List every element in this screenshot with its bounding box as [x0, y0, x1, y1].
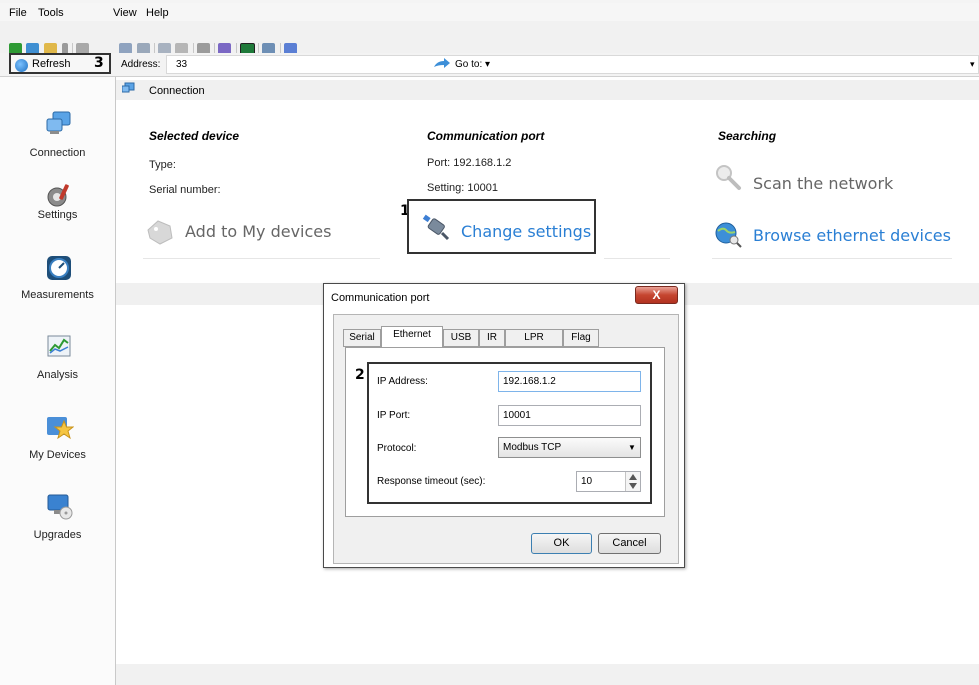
ip-port-label: IP Port:: [377, 410, 411, 421]
scan-network-link[interactable]: Scan the network: [753, 174, 893, 193]
add-to-my-devices-link[interactable]: Add to My devices: [185, 222, 331, 241]
sidebar: Connection Settings Measurements Analysi…: [0, 77, 116, 685]
address-label: Address:: [121, 59, 161, 70]
annotation-3: 3: [94, 55, 104, 71]
port-text: Port: 192.168.1.2: [427, 157, 512, 169]
toolbar: [0, 21, 979, 58]
annotation-2: 2: [355, 367, 365, 383]
protocol-select[interactable]: Modbus TCP: [498, 437, 641, 458]
sidebar-item-label: Upgrades: [33, 529, 82, 541]
sidebar-item-label: Measurements: [21, 289, 94, 301]
sidebar-item-upgrades[interactable]: Upgrades: [0, 489, 115, 559]
sidebar-item-analysis[interactable]: Analysis: [0, 329, 115, 399]
protocol-value: Modbus TCP: [503, 442, 562, 453]
breadcrumb: [116, 80, 979, 100]
tab-usb[interactable]: USB: [443, 329, 479, 347]
sidebar-item-label: Settings: [37, 209, 78, 221]
spin-up-icon[interactable]: [629, 474, 637, 480]
connection-crumb-icon: [122, 82, 135, 93]
tab-ethernet[interactable]: Ethernet: [381, 326, 443, 348]
sidebar-item-measurements[interactable]: Measurements: [0, 249, 115, 319]
globe-search-icon: [715, 222, 742, 248]
response-timeout-label: Response timeout (sec):: [377, 476, 486, 487]
spin-buttons[interactable]: [625, 472, 640, 491]
communication-port-heading: Communication port: [427, 129, 545, 143]
magnifier-icon: [716, 165, 741, 190]
ip-address-input[interactable]: 192.168.1.2: [498, 371, 641, 392]
sidebar-item-settings[interactable]: Settings: [0, 173, 115, 243]
dialog-close-button[interactable]: X: [635, 286, 678, 304]
sidebar-item-connection[interactable]: Connection: [0, 97, 115, 167]
sidebar-item-label: Connection: [29, 147, 86, 159]
menu-view[interactable]: View: [113, 7, 137, 19]
selected-device-heading: Selected device: [149, 129, 240, 143]
cancel-button[interactable]: Cancel: [598, 533, 661, 554]
browse-ethernet-devices-link[interactable]: Browse ethernet devices: [753, 226, 951, 245]
ok-button[interactable]: OK: [531, 533, 592, 554]
tab-serial[interactable]: Serial: [343, 329, 381, 347]
breadcrumb-label: Connection: [149, 85, 205, 97]
divider: [712, 258, 952, 259]
sidebar-item-label: Analysis: [37, 369, 78, 381]
serial-number-label: Serial number:: [149, 184, 221, 196]
divider: [604, 258, 670, 259]
goto-dropdown[interactable]: Go to: ▾: [455, 59, 490, 70]
menu-help[interactable]: Help: [146, 7, 169, 19]
spin-down-icon[interactable]: [629, 483, 637, 489]
address-input[interactable]: [166, 55, 979, 74]
address-dropdown-arrow-icon[interactable]: ▾: [970, 59, 975, 70]
go-arrow-icon[interactable]: [433, 58, 451, 69]
protocol-label: Protocol:: [377, 443, 417, 454]
searching-heading: Searching: [718, 129, 777, 143]
change-settings-link[interactable]: Change settings: [461, 222, 591, 241]
gauge-icon: [47, 256, 71, 280]
address-value: 33: [176, 59, 188, 70]
tab-lpr[interactable]: LPR: [505, 329, 563, 347]
tab-ir[interactable]: IR: [479, 329, 505, 347]
computer-network-icon: [46, 111, 71, 134]
type-label: Type:: [149, 159, 176, 171]
monitor-disc-icon: [47, 494, 73, 520]
divider: [143, 258, 380, 259]
setting-text: Setting: 10001: [427, 182, 498, 194]
gears-wrench-icon: [47, 184, 69, 207]
ip-port-input[interactable]: 10001: [498, 405, 641, 426]
add-device-icon: [147, 220, 173, 245]
menu-tools[interactable]: Tools: [38, 7, 64, 19]
refresh-icon: [15, 59, 28, 72]
refresh-label: Refresh: [32, 58, 71, 70]
sidebar-item-label: My Devices: [29, 449, 86, 461]
menu-file[interactable]: File: [9, 7, 27, 19]
sidebar-item-my-devices[interactable]: My Devices: [0, 409, 115, 479]
ip-address-label: IP Address:: [377, 376, 428, 387]
tab-flag[interactable]: Flag: [563, 329, 599, 347]
chart-icon: [47, 335, 71, 357]
menu-bar: File Tools View Help: [0, 3, 979, 21]
dialog-title: Communication port: [331, 292, 430, 304]
response-timeout-value: 10: [581, 476, 593, 487]
chevron-down-icon: ▼: [628, 443, 636, 452]
connector-icon: [422, 214, 450, 241]
status-band: [116, 664, 979, 685]
star-folder-icon: [47, 417, 74, 440]
